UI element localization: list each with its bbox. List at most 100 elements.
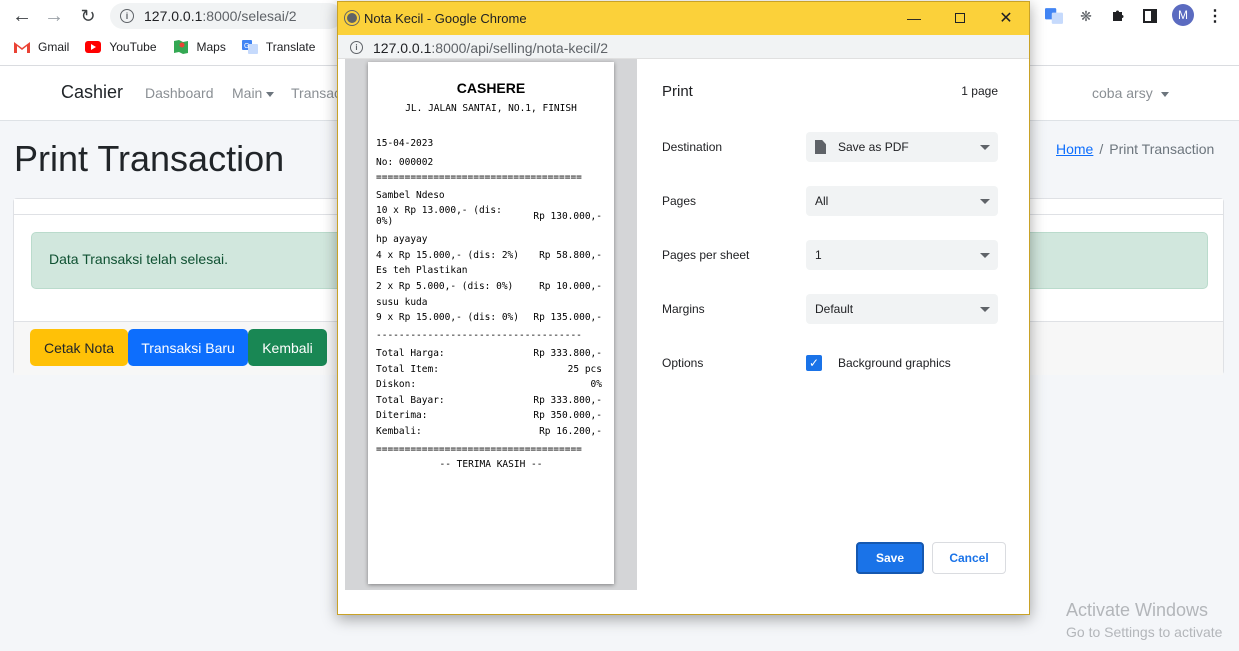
browser-menu-icon[interactable]: ⋮ — [1205, 6, 1225, 26]
maximize-icon[interactable] — [950, 8, 970, 28]
popup-titlebar: Nota Kecil - Google Chrome — ✕ — [338, 2, 1029, 35]
background-graphics-label[interactable]: Background graphics — [838, 356, 951, 370]
background-graphics-checkbox[interactable]: ✓ — [806, 355, 822, 371]
receipt-item-row: 10 x Rp 13.000,- (dis: 0%) Rp 130.000,- — [376, 205, 602, 227]
receipt-summary-row: Kembali: Rp 16.200,- — [376, 426, 602, 437]
back-icon[interactable]: ← — [10, 4, 34, 28]
cancel-button[interactable]: Cancel — [932, 542, 1006, 574]
bookmarks-bar: Gmail YouTube Maps G Translate — [14, 37, 331, 57]
translate-extension-icon[interactable] — [1044, 6, 1064, 26]
nav-transaction[interactable]: Transac — [291, 85, 341, 101]
url-host: 127.0.0.1 — [144, 8, 203, 24]
receipt-summary-row: Total Bayar: Rp 333.800,- — [376, 395, 602, 406]
receipt-item-total: Rp 135.000,- — [533, 312, 602, 323]
user-dropdown[interactable]: coba arsy — [1092, 85, 1169, 101]
back-button[interactable]: Kembali — [248, 329, 327, 366]
youtube-icon — [85, 41, 102, 53]
destination-label: Destination — [662, 140, 723, 154]
page-count: 1 page — [961, 84, 998, 98]
receipt-store-name: CASHERE — [456, 80, 526, 96]
receipt-item-row: 9 x Rp 15.000,- (dis: 0%) Rp 135.000,- — [376, 312, 602, 323]
extensions-puzzle-icon[interactable] — [1108, 6, 1128, 26]
user-name: coba arsy — [1092, 85, 1153, 101]
address-bar[interactable]: i 127.0.0.1:8000/selesai/2 — [110, 3, 342, 29]
pages-label: Pages — [662, 194, 697, 208]
new-transaction-button[interactable]: Transaksi Baru — [128, 329, 248, 366]
summary-value: Rp 16.200,- — [539, 426, 602, 437]
popup-address-bar: i 127.0.0.1:8000/api/selling/nota-kecil/… — [338, 35, 1029, 59]
summary-label: Total Harga: — [376, 348, 445, 359]
options-label: Options — [662, 356, 704, 370]
receipt-item-name: hp ayayay — [376, 234, 428, 245]
site-info-icon[interactable]: i — [120, 9, 134, 23]
receipt-item-detail: 9 x Rp 15.000,- (dis: 0%) — [376, 312, 519, 323]
bookmark-translate[interactable]: G Translate — [241, 40, 315, 54]
summary-value: Rp 350.000,- — [533, 410, 602, 421]
receipt-date: 15-04-2023 — [376, 138, 434, 149]
close-icon[interactable]: ✕ — [996, 8, 1016, 28]
summary-value: Rp 333.800,- — [533, 395, 602, 406]
receipt-divider: ==================================== — [376, 172, 582, 183]
summary-label: Total Item: — [376, 364, 439, 375]
receipt-page: CASHERE JL. JALAN SANTAI, NO.1, FINISH 1… — [368, 62, 614, 584]
print-preview-pane[interactable]: CASHERE JL. JALAN SANTAI, NO.1, FINISH 1… — [345, 59, 637, 590]
breadcrumb-separator: / — [1099, 141, 1104, 157]
pages-select[interactable]: All — [806, 186, 998, 216]
maps-icon — [173, 40, 188, 54]
site-info-icon[interactable]: i — [350, 41, 363, 54]
receipt-divider: ==================================== — [376, 444, 582, 455]
caret-down-icon — [1160, 91, 1169, 97]
nav-dashboard[interactable]: Dashboard — [145, 85, 214, 101]
app-brand[interactable]: Cashier — [61, 82, 123, 103]
print-popup-window: Nota Kecil - Google Chrome — ✕ i 127.0.0… — [337, 1, 1030, 615]
bug-extension-icon[interactable]: ❋ — [1076, 6, 1096, 26]
popup-url-host: 127.0.0.1 — [373, 40, 432, 56]
minimize-icon[interactable]: — — [904, 8, 924, 28]
forward-icon[interactable]: → — [42, 4, 66, 28]
dropdown-arrow-icon — [980, 145, 990, 150]
nav-main-label: Main — [232, 85, 263, 101]
pages-value: All — [815, 194, 829, 208]
summary-label: Diskon: — [376, 379, 417, 390]
side-panel-icon[interactable] — [1140, 6, 1160, 26]
receipt-footer: -- TERIMA KASIH -- — [439, 459, 543, 470]
destination-select[interactable]: Save as PDF — [806, 132, 998, 162]
margins-select[interactable]: Default — [806, 294, 998, 324]
save-button[interactable]: Save — [856, 542, 924, 574]
popup-title: Nota Kecil - Google Chrome — [364, 11, 527, 26]
svg-text:G: G — [244, 43, 249, 50]
pages-per-sheet-label: Pages per sheet — [662, 248, 750, 262]
profile-avatar[interactable]: M — [1172, 4, 1194, 26]
receipt-item-detail: 4 x Rp 15.000,- (dis: 2%) — [376, 250, 519, 261]
popup-url-path: :8000/api/selling/nota-kecil/2 — [431, 40, 609, 56]
pages-per-sheet-select[interactable]: 1 — [806, 240, 998, 270]
receipt-item-total: Rp 10.000,- — [539, 281, 602, 292]
bookmark-youtube[interactable]: YouTube — [85, 40, 157, 54]
print-receipt-button[interactable]: Cetak Nota — [30, 329, 128, 366]
receipt-summary-row: Total Item: 25 pcs — [376, 364, 602, 375]
summary-label: Kembali: — [376, 426, 422, 437]
activate-windows-title: Activate Windows — [1066, 600, 1209, 620]
reload-icon[interactable]: ↻ — [76, 4, 100, 28]
activate-windows-subtitle: Go to Settings to activate — [1066, 624, 1223, 640]
bookmark-gmail[interactable]: Gmail — [14, 40, 69, 54]
receipt-summary-row: Diterima: Rp 350.000,- — [376, 410, 602, 421]
margins-value: Default — [815, 302, 854, 316]
receipt-item-name: Es teh Plastikan — [376, 265, 468, 276]
receipt-number: No: 000002 — [376, 157, 434, 168]
destination-value: Save as PDF — [838, 140, 909, 154]
dropdown-arrow-icon — [980, 199, 990, 204]
breadcrumb-home-link[interactable]: Home — [1056, 141, 1093, 157]
receipt-item-total: Rp 58.800,- — [539, 250, 602, 261]
gmail-icon — [14, 42, 30, 53]
print-heading: Print — [662, 83, 693, 100]
summary-value: Rp 333.800,- — [533, 348, 602, 359]
receipt-item-name: susu kuda — [376, 297, 428, 308]
nav-main-dropdown[interactable]: Main — [232, 85, 275, 101]
pages-per-sheet-value: 1 — [815, 248, 822, 262]
receipt-item-total: Rp 130.000,- — [533, 211, 602, 222]
breadcrumb-current: Print Transaction — [1109, 141, 1215, 157]
breadcrumb: Home / Print Transaction — [1056, 141, 1214, 157]
bookmark-maps[interactable]: Maps — [173, 40, 226, 54]
globe-icon — [345, 11, 359, 25]
